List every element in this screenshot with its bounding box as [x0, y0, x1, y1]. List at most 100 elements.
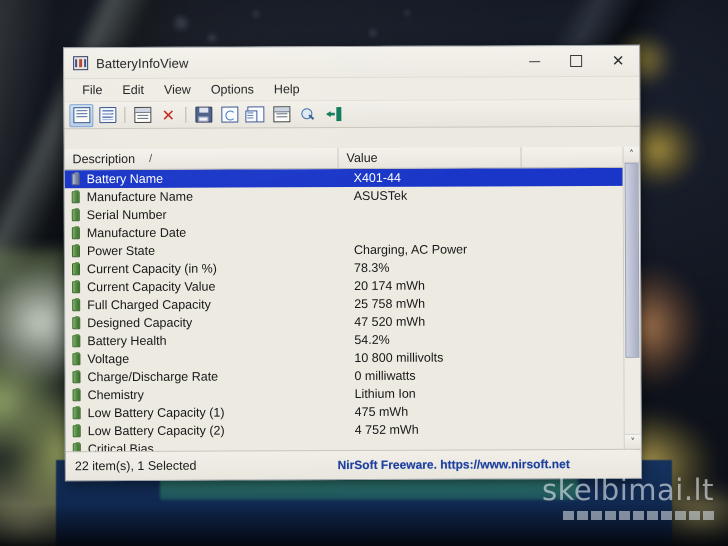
cell-value: X401-44	[353, 170, 401, 185]
column-header-value[interactable]: Value	[338, 147, 522, 169]
toolbar-copy-button[interactable]	[243, 103, 267, 126]
cell-description: Current Capacity (in %)	[86, 261, 217, 277]
cell-description: Charge/Discharge Rate	[87, 369, 219, 385]
scroll-down-arrow-icon[interactable]: ˅	[624, 433, 641, 450]
battery-icon	[71, 209, 80, 222]
cell-value: Lithium Ion	[354, 386, 416, 401]
menu-item-help[interactable]: Help	[265, 80, 309, 98]
toolbar-separator	[185, 106, 187, 123]
battery-icon	[72, 371, 81, 384]
title-bar[interactable]: BatteryInfoView ✕	[64, 45, 640, 80]
cell-description: Manufacture Name	[86, 189, 194, 205]
menu-item-view[interactable]: View	[155, 81, 200, 99]
app-battery-icon	[73, 56, 89, 71]
toolbar-select-columns-button[interactable]	[130, 103, 154, 126]
copy-icon	[246, 106, 264, 123]
menu-item-edit[interactable]: Edit	[113, 81, 153, 99]
cell-value: 0 milliwatts	[354, 368, 416, 383]
toolbar-clipboard-button[interactable]	[95, 104, 119, 127]
minimize-button[interactable]	[513, 46, 555, 76]
cell-value: Charging, AC Power	[353, 242, 468, 257]
wallpaper-bokeh	[366, 26, 380, 40]
cell-description: Serial Number	[86, 207, 167, 223]
battery-icon	[71, 173, 80, 186]
cell-value: 10 800 millivolts	[354, 350, 444, 365]
cell-value: ASUSTek	[353, 188, 408, 203]
html-report-icon	[272, 106, 290, 123]
column-header-filler	[521, 147, 622, 167]
cell-value: 47 520 mWh	[354, 314, 426, 329]
status-nirsoft-link[interactable]: NirSoft Freeware. https://www.nirsoft.ne…	[268, 457, 570, 472]
cell-value: 20 174 mWh	[354, 278, 426, 293]
sort-indicator-icon: /	[149, 152, 153, 165]
menu-bar: File Edit View Options Help	[64, 76, 640, 103]
toolbar-separator	[124, 106, 126, 123]
menu-item-file[interactable]: File	[73, 81, 111, 99]
save-icon	[194, 106, 212, 123]
cell-value	[345, 213, 528, 214]
cell-description: Power State	[86, 243, 156, 259]
cell-value: 475 mWh	[354, 404, 409, 419]
battery-icon	[71, 245, 80, 258]
battery-icon	[72, 281, 81, 294]
close-button[interactable]: ✕	[597, 46, 639, 76]
minimize-icon	[528, 60, 540, 62]
toolbar-properties-button[interactable]	[69, 103, 94, 127]
cell-value: 25 758 mWh	[354, 296, 426, 311]
delete-icon: ✕	[161, 105, 176, 125]
battery-icon	[72, 299, 81, 312]
exit-icon	[326, 107, 341, 121]
menu-item-options[interactable]: Options	[202, 80, 263, 98]
scrollbar-thumb[interactable]	[624, 162, 640, 358]
batteryinfoview-window: BatteryInfoView ✕ File Edit View Options…	[63, 44, 642, 482]
cell-value	[346, 447, 529, 448]
battery-icon	[72, 407, 81, 420]
toolbar: ✕	[64, 99, 640, 130]
battery-icon	[71, 227, 80, 240]
scroll-up-arrow-icon[interactable]: ˄	[623, 146, 640, 163]
column-header-value-label: Value	[346, 150, 378, 166]
cell-description: Voltage	[87, 351, 130, 367]
wallpaper-bokeh	[204, 30, 220, 46]
refresh-icon	[220, 106, 238, 123]
scrollbar-track[interactable]	[623, 162, 641, 434]
cell-value	[345, 231, 528, 232]
cell-description: Current Capacity Value	[87, 279, 216, 295]
list-column-area: Description / Value Battery Name X401-44 M…	[64, 146, 624, 453]
battery-info-list: Description / Value Battery Name X401-44 M…	[64, 146, 641, 453]
toolbar-delete-button[interactable]: ✕	[156, 103, 180, 126]
battery-icon	[71, 263, 81, 276]
toolbar-refresh-button[interactable]	[217, 103, 241, 126]
cell-description: Battery Health	[87, 333, 167, 349]
status-bar: 22 item(s), 1 Selected NirSoft Freeware.…	[65, 448, 641, 481]
toolbar-html-report-button[interactable]	[269, 103, 293, 126]
wallpaper-bokeh	[168, 10, 194, 36]
cell-value: 54.2%	[354, 332, 390, 347]
cell-description: Manufacture Date	[86, 225, 187, 241]
column-header-description-label: Description	[72, 151, 136, 167]
cell-description: Designed Capacity	[87, 315, 193, 331]
toolbar-exit-button[interactable]	[321, 103, 345, 126]
cell-value: 78.3%	[353, 260, 390, 275]
battery-icon	[71, 191, 80, 204]
list-header: Description / Value	[64, 146, 623, 171]
battery-icon	[72, 353, 81, 366]
list-rows: Battery Name X401-44 Manufacture Name ASUST…	[64, 167, 624, 453]
cell-description: Chemistry	[87, 387, 144, 403]
toolbar-save-button[interactable]	[191, 103, 215, 126]
maximize-button[interactable]	[555, 46, 597, 76]
window-controls: ✕	[513, 46, 639, 77]
clipboard-icon	[98, 107, 116, 124]
cell-description: Low Battery Capacity (2)	[87, 423, 225, 439]
wallpaper-bokeh	[402, 8, 412, 18]
select-columns-icon	[133, 106, 151, 123]
cell-value: 4 752 mWh	[354, 422, 419, 437]
cell-description: Full Charged Capacity	[87, 297, 211, 313]
vertical-scrollbar[interactable]: ˄ ˅	[622, 146, 641, 450]
column-header-description[interactable]: Description /	[64, 148, 339, 170]
battery-icon	[72, 317, 81, 330]
properties-icon	[72, 107, 90, 124]
find-icon	[300, 107, 315, 121]
toolbar-find-button[interactable]	[295, 103, 319, 126]
wallpaper-bokeh	[250, 8, 262, 20]
